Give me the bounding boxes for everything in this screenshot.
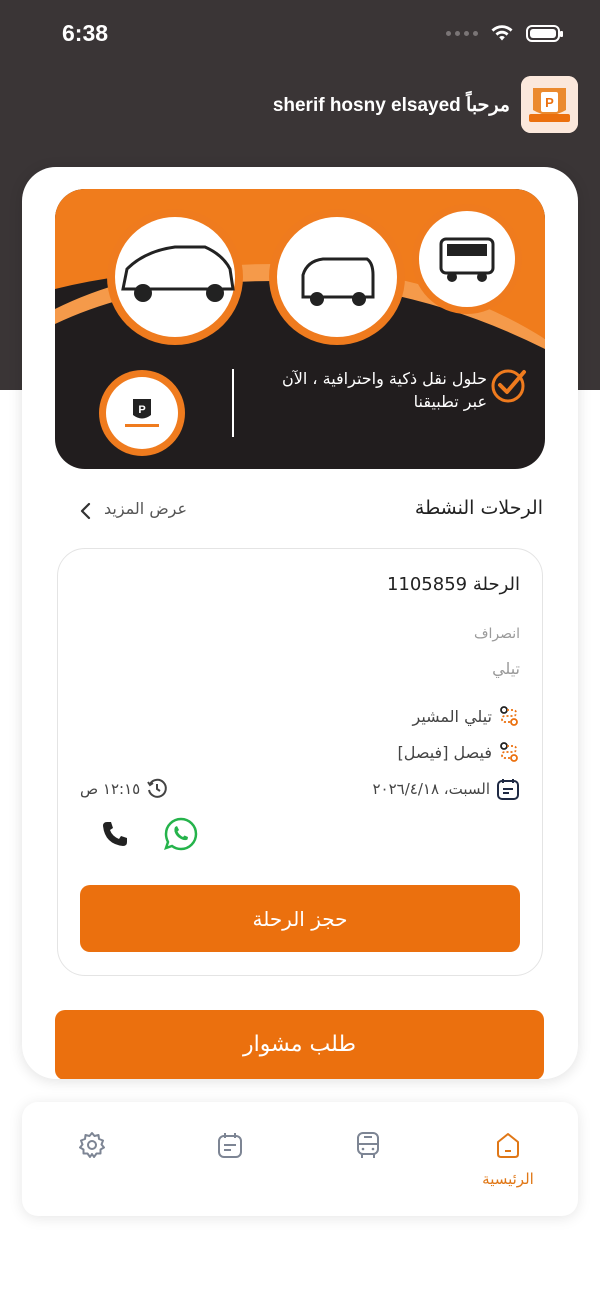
- trip-date: السبت، ٢٠٢٦/٤/١٨: [373, 777, 521, 801]
- main-card: P حلول نقل ذكية واحترافية ، الآن عبر تطب…: [22, 167, 578, 1079]
- status-bar: 6:38: [0, 0, 600, 70]
- active-trips-title: الرحلات النشطة: [414, 497, 543, 519]
- home-icon: [497, 1133, 519, 1158]
- calendar-icon: [497, 779, 519, 800]
- app-logo: P: [521, 76, 578, 133]
- route-from: تيلي المشير: [413, 705, 521, 727]
- banner-divider: [232, 369, 234, 437]
- trip-time-text: ١٢:١٥ ص: [80, 780, 141, 798]
- battery-icon: [526, 24, 563, 42]
- clock-icon: [147, 778, 167, 798]
- tab-settings[interactable]: [42, 1102, 142, 1216]
- route-to: فيصل [فيصل]: [397, 741, 520, 763]
- active-trips-header: الرحلات النشطة عرض المزيد: [22, 487, 578, 531]
- route-from-text: تيلي المشير: [412, 706, 493, 726]
- wifi-icon: [491, 25, 513, 41]
- book-trip-button[interactable]: حجز الرحلة: [80, 885, 520, 952]
- trip-line: تيلي: [492, 659, 520, 678]
- signal-icon: [446, 30, 478, 36]
- show-more-link[interactable]: عرض المزيد: [104, 499, 187, 518]
- trip-date-text: السبت، ٢٠٢٦/٤/١٨: [372, 780, 491, 798]
- status-time: 6:38: [62, 20, 109, 46]
- request-ride-button[interactable]: طلب مشوار: [55, 1010, 544, 1079]
- banner-tagline: حلول نقل ذكية واحترافية ، الآن عبر تطبيق…: [281, 369, 487, 411]
- route-icon: [500, 706, 518, 726]
- gear-icon: [79, 1132, 105, 1158]
- tab-home[interactable]: الرئيسية: [458, 1102, 558, 1216]
- route-icon: [500, 742, 518, 762]
- tab-bookings[interactable]: [180, 1102, 280, 1216]
- bus-icon: [357, 1132, 379, 1158]
- trip-time: ١٢:١٥ ص: [80, 778, 168, 800]
- check-circle-icon: [491, 369, 526, 403]
- route-to-text: فيصل [فيصل]: [397, 742, 492, 762]
- tab-home-label: الرئيسية: [482, 1170, 534, 1188]
- phone-icon[interactable]: [100, 819, 130, 849]
- app-header: P مرحباً sherif hosny elsayed: [0, 76, 600, 136]
- show-more-label: عرض المزيد: [104, 499, 188, 518]
- svg-text:P: P: [545, 95, 554, 110]
- bottom-tab-bar: الرئيسية: [22, 1102, 578, 1216]
- promo-banner: P حلول نقل ذكية واحترافية ، الآن عبر تطب…: [55, 189, 545, 469]
- whatsapp-icon[interactable]: [163, 816, 199, 852]
- status-icons: [446, 24, 563, 42]
- calendar-icon: [218, 1133, 242, 1158]
- chevron-left-icon[interactable]: [76, 501, 96, 521]
- trip-title: الرحلة 1105859: [386, 574, 520, 595]
- trip-type: انصراف: [473, 626, 520, 642]
- greeting-text: مرحباً sherif hosny elsayed: [272, 95, 510, 116]
- trip-card[interactable]: الرحلة 1105859 انصراف تيلي تيلي المشير ف…: [57, 548, 543, 976]
- tab-trips[interactable]: [318, 1102, 418, 1216]
- svg-text:P: P: [138, 404, 145, 416]
- banner-graphic: P: [55, 189, 545, 456]
